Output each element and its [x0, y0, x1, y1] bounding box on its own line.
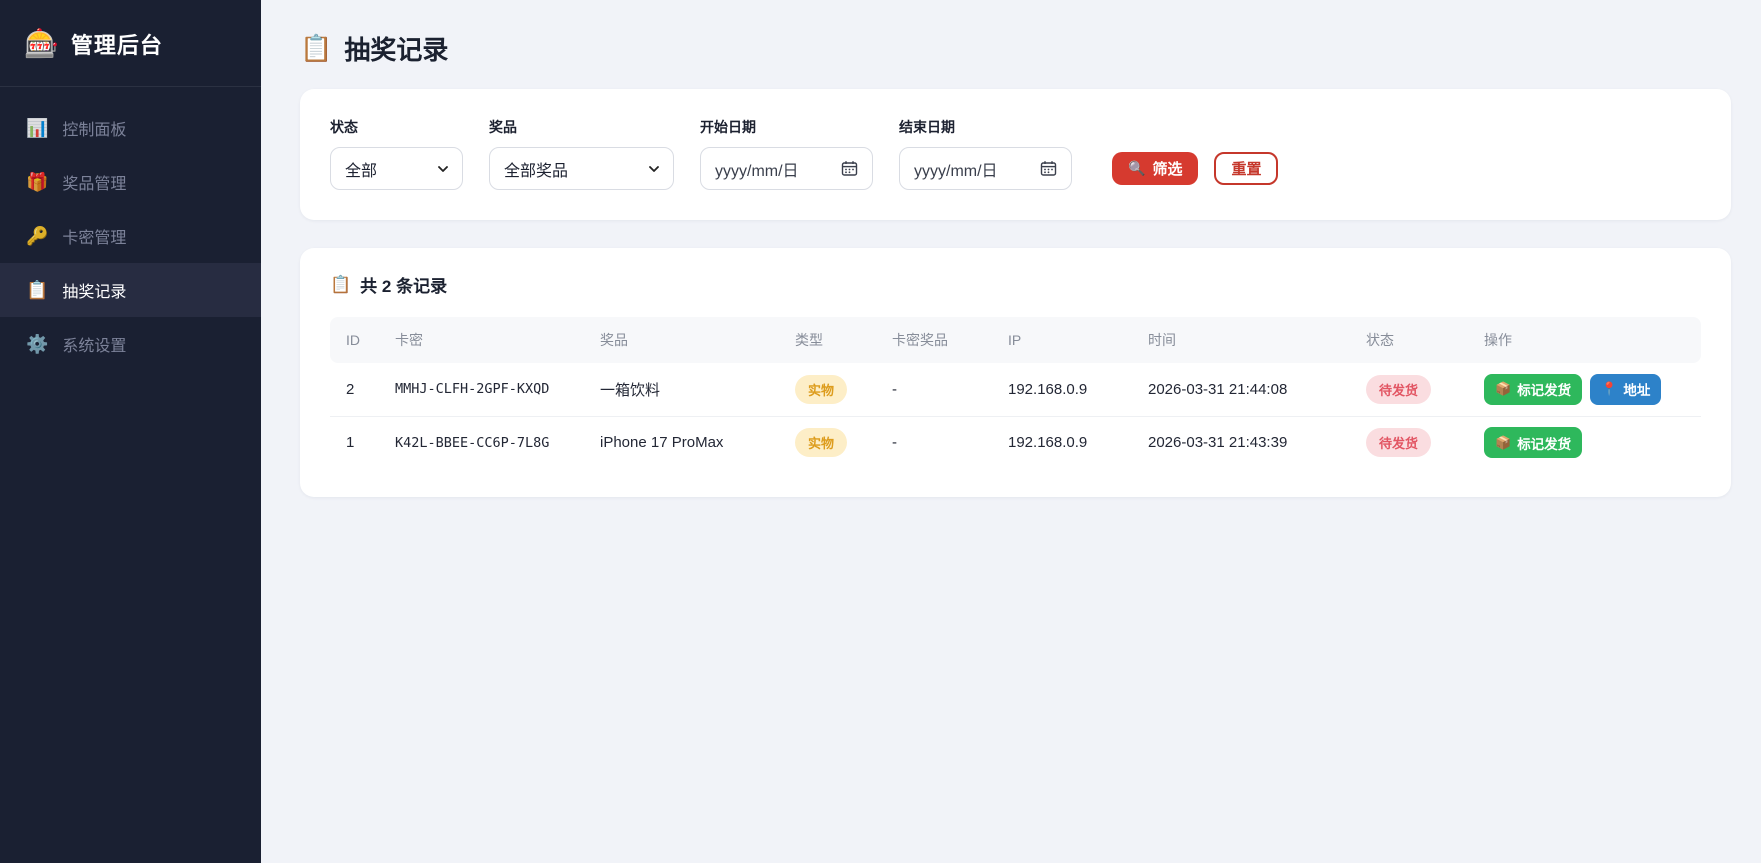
status-filter-label: 状态 — [330, 117, 463, 137]
filter-button-label: 筛选 — [1152, 158, 1182, 179]
gift-icon: 🎁 — [26, 172, 48, 193]
app-title: 管理后台 — [71, 28, 163, 60]
package-icon: 📦 — [1495, 435, 1511, 451]
start-date-label: 开始日期 — [700, 117, 873, 137]
sidebar-item-lottery-records[interactable]: 📋 抽奖记录 — [0, 263, 261, 317]
mark-shipped-label: 标记发货 — [1517, 433, 1571, 453]
table-row: 2 MMHJ-CLFH-2GPF-KXQD 一箱饮料 实物 - 192.168.… — [330, 363, 1701, 416]
col-header-prize: 奖品 — [590, 317, 785, 363]
prize-select-value: 全部奖品 — [504, 157, 568, 181]
table-row: 1 K42L-BBEE-CC6P-7L8G iPhone 17 ProMax 实… — [330, 416, 1701, 469]
sidebar-item-label: 抽奖记录 — [62, 278, 126, 302]
clipboard-icon: 📋 — [26, 280, 48, 301]
clipboard-icon: 📋 — [330, 275, 351, 295]
col-header-actions: 操作 — [1474, 317, 1701, 363]
address-label: 地址 — [1623, 379, 1650, 399]
sidebar-item-settings[interactable]: ⚙️ 系统设置 — [0, 317, 261, 371]
end-date-input[interactable]: yyyy/mm/日 — [899, 147, 1072, 190]
cell-time: 2026-03-31 21:44:08 — [1138, 363, 1356, 416]
cell-card-key: K42L-BBEE-CC6P-7L8G — [385, 416, 590, 469]
cell-ip: 192.168.0.9 — [998, 416, 1138, 469]
end-date-label: 结束日期 — [899, 117, 1072, 137]
search-icon: 🔍 — [1128, 160, 1145, 177]
type-badge: 实物 — [795, 428, 847, 457]
sidebar: 🎰 管理后台 📊 控制面板 🎁 奖品管理 🔑 卡密管理 📋 抽奖记录 ⚙️ 系统… — [0, 0, 261, 863]
status-select[interactable]: 全部 — [330, 147, 463, 190]
sidebar-item-label: 卡密管理 — [62, 224, 126, 248]
col-header-card-prize: 卡密奖品 — [882, 317, 998, 363]
sidebar-item-label: 奖品管理 — [62, 170, 126, 194]
page-header: 📋 抽奖记录 — [300, 30, 1731, 67]
main-content: 📋 抽奖记录 状态 全部 奖品 全部奖品 开始日期 — [261, 0, 1761, 863]
calendar-icon[interactable] — [1040, 160, 1057, 177]
key-icon: 🔑 — [26, 226, 48, 247]
status-badge: 待发货 — [1366, 375, 1431, 404]
cell-id: 1 — [330, 416, 385, 469]
mark-shipped-label: 标记发货 — [1517, 379, 1571, 399]
cell-prize: iPhone 17 ProMax — [590, 416, 785, 469]
filter-panel: 状态 全部 奖品 全部奖品 开始日期 yyyy/mm/日 — [300, 89, 1731, 220]
slot-machine-icon: 🎰 — [24, 30, 59, 58]
cell-ip: 192.168.0.9 — [998, 363, 1138, 416]
records-table: ID 卡密 奖品 类型 卡密奖品 IP 时间 状态 操作 2 MMHJ-CLFH… — [330, 317, 1701, 469]
mark-shipped-button[interactable]: 📦 标记发货 — [1484, 427, 1582, 458]
status-badge: 待发货 — [1366, 428, 1431, 457]
cell-card-key: MMHJ-CLFH-2GPF-KXQD — [385, 363, 590, 416]
reset-button[interactable]: 重置 — [1214, 152, 1278, 185]
prize-select[interactable]: 全部奖品 — [489, 147, 674, 190]
table-header-row: ID 卡密 奖品 类型 卡密奖品 IP 时间 状态 操作 — [330, 317, 1701, 363]
sidebar-item-label: 控制面板 — [62, 116, 126, 140]
cell-time: 2026-03-31 21:43:39 — [1138, 416, 1356, 469]
bar-chart-icon: 📊 — [26, 118, 48, 139]
clipboard-icon: 📋 — [300, 33, 332, 64]
filter-button[interactable]: 🔍 筛选 — [1112, 152, 1198, 185]
prize-filter-label: 奖品 — [489, 117, 674, 137]
col-header-type: 类型 — [785, 317, 882, 363]
records-summary: 📋 共 2 条记录 — [330, 272, 1701, 297]
page-title: 抽奖记录 — [344, 30, 448, 67]
mark-shipped-button[interactable]: 📦 标记发货 — [1484, 374, 1582, 405]
chevron-down-icon — [649, 164, 659, 174]
address-button[interactable]: 📍 地址 — [1590, 374, 1661, 405]
sidebar-item-prizes[interactable]: 🎁 奖品管理 — [0, 155, 261, 209]
records-panel: 📋 共 2 条记录 ID 卡密 奖品 类型 卡密奖品 IP 时间 状态 操作 — [300, 248, 1731, 497]
app-logo: 🎰 管理后台 — [0, 0, 261, 87]
reset-button-label: 重置 — [1231, 158, 1261, 179]
sidebar-item-card-keys[interactable]: 🔑 卡密管理 — [0, 209, 261, 263]
status-select-value: 全部 — [345, 157, 377, 181]
package-icon: 📦 — [1495, 381, 1511, 397]
col-header-ip: IP — [998, 317, 1138, 363]
chevron-down-icon — [438, 164, 448, 174]
records-count-text: 共 2 条记录 — [360, 272, 447, 297]
gear-icon: ⚙️ — [26, 334, 48, 355]
type-badge: 实物 — [795, 375, 847, 404]
col-header-card-key: 卡密 — [385, 317, 590, 363]
cell-id: 2 — [330, 363, 385, 416]
start-date-placeholder: yyyy/mm/日 — [715, 157, 799, 181]
cell-prize: 一箱饮料 — [590, 363, 785, 416]
cell-card-prize: - — [882, 363, 998, 416]
sidebar-item-label: 系统设置 — [62, 332, 126, 356]
end-date-placeholder: yyyy/mm/日 — [914, 157, 998, 181]
sidebar-menu: 📊 控制面板 🎁 奖品管理 🔑 卡密管理 📋 抽奖记录 ⚙️ 系统设置 — [0, 87, 261, 371]
start-date-input[interactable]: yyyy/mm/日 — [700, 147, 873, 190]
col-header-time: 时间 — [1138, 317, 1356, 363]
sidebar-item-dashboard[interactable]: 📊 控制面板 — [0, 101, 261, 155]
cell-card-prize: - — [882, 416, 998, 469]
col-header-status: 状态 — [1356, 317, 1474, 363]
pin-icon: 📍 — [1601, 381, 1617, 397]
calendar-icon[interactable] — [841, 160, 858, 177]
col-header-id: ID — [330, 317, 385, 363]
